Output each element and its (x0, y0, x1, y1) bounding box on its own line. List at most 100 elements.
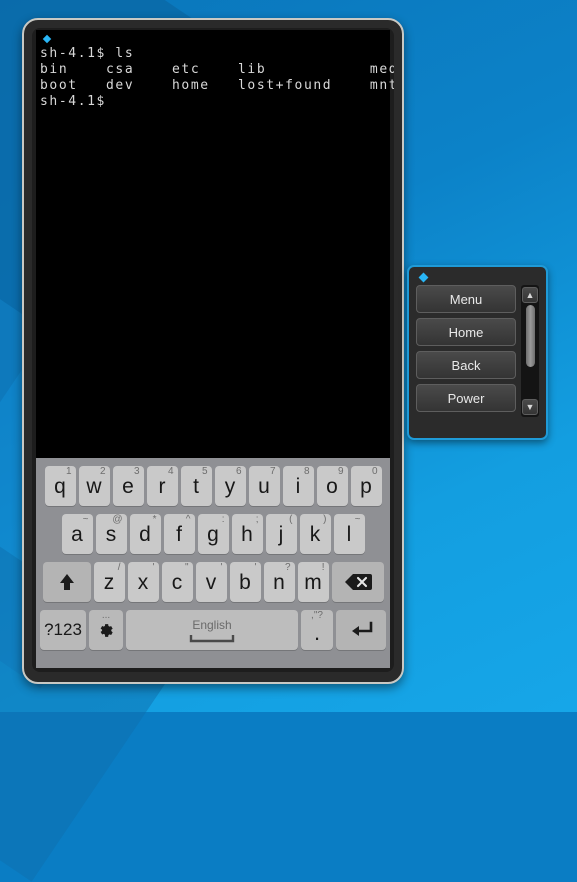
enter-icon[interactable] (336, 610, 386, 650)
key-sup: 3 (133, 466, 140, 477)
key-sup: @ (112, 514, 123, 525)
key-label: h (241, 522, 253, 546)
key-label: q (54, 474, 66, 498)
key-sup: ~ (354, 514, 361, 525)
key-sup: 7 (269, 466, 276, 477)
back-button[interactable]: Back (416, 351, 516, 379)
home-button[interactable]: Home (416, 318, 516, 346)
shift-arrow-icon[interactable] (42, 562, 91, 602)
keyboard-row-4: ?123 ... English ,"? . (39, 606, 387, 654)
chevron-up-icon[interactable]: ▲ (522, 287, 538, 303)
keyboard-row-3: / z ' x " c ' v ' b? n! m (39, 558, 387, 606)
key-label: t (193, 474, 199, 498)
emulator-window[interactable]: sh-4.1$ ls bin csa etc lib media boot de… (22, 18, 404, 684)
key-sup: ' (220, 562, 223, 573)
key-o[interactable]: 9o (316, 466, 348, 506)
device-control-panel[interactable]: Menu Home Back Power ▲ ▼ (407, 265, 548, 440)
key-sup: ~ (82, 514, 89, 525)
key-label: c (171, 570, 183, 594)
key-label: n (273, 570, 285, 594)
key-c[interactable]: " c (161, 562, 193, 602)
key-v[interactable]: ' v (195, 562, 227, 602)
key-label: s (105, 522, 117, 546)
panel-scrollbar[interactable]: ▲ ▼ (521, 285, 539, 417)
key-label: b (239, 570, 251, 594)
key-x[interactable]: ' x (127, 562, 159, 602)
key-label: m (304, 570, 322, 594)
terminal-line: bin csa etc lib media (40, 62, 394, 77)
key-y[interactable]: 6y (214, 466, 246, 506)
key-sup: 9 (337, 466, 344, 477)
key-z[interactable]: / z (93, 562, 125, 602)
terminal-line: sh-4.1$ ls (40, 46, 135, 61)
key-w[interactable]: 2w (78, 466, 110, 506)
symbols-key[interactable]: ?123 (40, 610, 86, 650)
key-l[interactable]: ~ l (333, 514, 365, 554)
key-label: k (309, 522, 321, 546)
key-i[interactable]: 8i (282, 466, 314, 506)
key-sup: 8 (303, 466, 310, 477)
key-d[interactable]: * d (129, 514, 161, 554)
key-h[interactable]: ; h (231, 514, 263, 554)
onscreen-keyboard[interactable]: 1q2w3e4r5t6y7u8i9o0p ~ a @ s * d ^ f: g; h(j) k ~ l … (36, 458, 390, 668)
key-sup: * (152, 514, 157, 525)
key-label: u (258, 474, 270, 498)
key-label: f (176, 522, 182, 546)
key-label: o (326, 474, 338, 498)
key-sup: ( (289, 514, 293, 525)
key-g[interactable]: :g (197, 514, 229, 554)
key-label: g (207, 522, 219, 546)
key-sup: ' (152, 562, 155, 573)
control-button-list: Menu Home Back Power (416, 285, 516, 417)
terminal-line: sh-4.1$ (40, 94, 106, 109)
keyboard-row-2: ~ a @ s * d ^ f: g; h(j) k ~ l (39, 510, 387, 558)
key-sup: ' (254, 562, 257, 573)
key-sup: ; (255, 514, 259, 525)
key-q[interactable]: 1q (44, 466, 76, 506)
key-sup: 1 (65, 466, 72, 477)
period-key[interactable]: ,"? . (301, 610, 333, 650)
key-f[interactable]: ^ f (163, 514, 195, 554)
key-label: d (139, 522, 151, 546)
key-u[interactable]: 7u (248, 466, 280, 506)
key-s[interactable]: @ s (95, 514, 127, 554)
window-status-dot (42, 34, 52, 44)
key-label: l (346, 522, 352, 546)
key-m[interactable]: ! m (297, 562, 329, 602)
period-key-sup: ,"? (311, 610, 323, 621)
key-sup: ! (321, 562, 325, 573)
key-label: i (295, 474, 301, 498)
scrollbar-track[interactable] (521, 303, 539, 399)
key-e[interactable]: 3e (112, 466, 144, 506)
key-sup: 6 (235, 466, 242, 477)
spacebar[interactable]: English (126, 610, 298, 650)
key-r[interactable]: 4r (146, 466, 178, 506)
backspace-icon[interactable] (331, 562, 384, 602)
scrollbar-thumb[interactable] (525, 305, 535, 367)
key-t[interactable]: 5t (180, 466, 212, 506)
chevron-down-icon[interactable]: ▼ (522, 399, 538, 415)
key-p[interactable]: 0p (350, 466, 382, 506)
gear-icon[interactable]: ... (89, 610, 123, 650)
terminal-view[interactable]: sh-4.1$ ls bin csa etc lib media boot de… (36, 30, 394, 478)
gear-key-sup: ... (101, 610, 111, 621)
key-sup: ) (323, 514, 327, 525)
key-label: e (122, 474, 134, 498)
power-button[interactable]: Power (416, 384, 516, 412)
key-label: a (71, 522, 83, 546)
key-label: v (205, 570, 217, 594)
key-k[interactable]: ) k (299, 514, 331, 554)
key-sup: 0 (371, 466, 378, 477)
key-sup: 2 (99, 466, 106, 477)
key-sup: 5 (201, 466, 208, 477)
key-label: r (158, 474, 166, 498)
key-a[interactable]: ~ a (61, 514, 93, 554)
key-n[interactable]: ? n (263, 562, 295, 602)
key-label: y (224, 474, 236, 498)
menu-button[interactable]: Menu (416, 285, 516, 313)
key-sup: ? (284, 562, 291, 573)
device-screen[interactable]: sh-4.1$ ls bin csa etc lib media boot de… (36, 30, 394, 668)
key-j[interactable]: (j (265, 514, 297, 554)
key-b[interactable]: ' b (229, 562, 261, 602)
key-sup: ^ (185, 514, 191, 525)
